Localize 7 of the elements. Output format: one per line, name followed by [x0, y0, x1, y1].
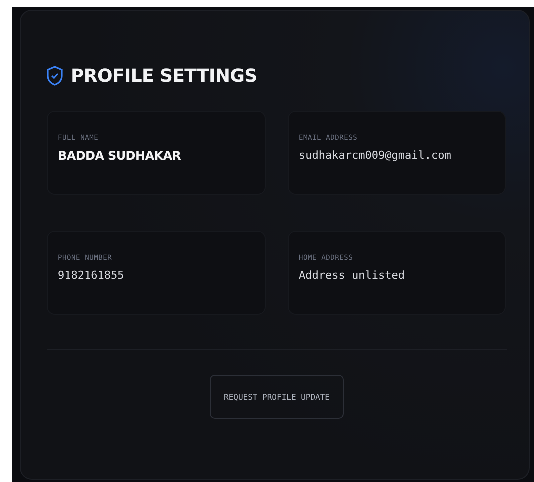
field-value: BADDA SUDHAKAR	[58, 149, 182, 163]
field-value: 9182161855	[58, 269, 124, 282]
field-value: sudhakarcm009@gmail.com	[299, 149, 452, 162]
field-value: Address unlisted	[299, 269, 405, 282]
request-update-button[interactable]: REQUEST PROFILE UPDATE	[210, 375, 344, 419]
shield-check-icon	[47, 66, 63, 86]
page-title: PROFILE SETTINGS	[71, 66, 258, 86]
